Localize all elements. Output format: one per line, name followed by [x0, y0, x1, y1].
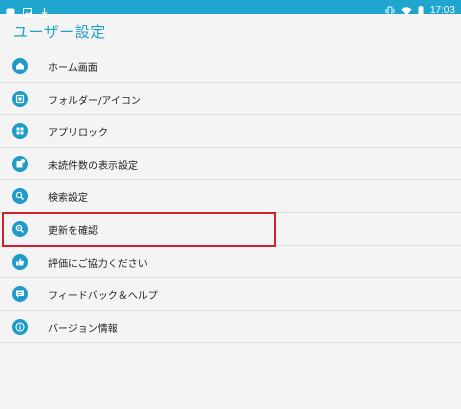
settings-list: ホーム画面 フォルダー/アイコン アプリロック 未読件数の表示設定 検索設定 更…	[0, 50, 461, 344]
status-right-icons: 17:03	[385, 1, 455, 20]
grid-lock-icon	[12, 123, 28, 140]
thumbs-up-icon	[12, 253, 28, 270]
settings-item-search[interactable]: 検索設定	[0, 180, 461, 213]
settings-item-home-screen[interactable]: ホーム画面	[0, 50, 461, 83]
settings-item-label: 検索設定	[48, 193, 88, 205]
page-title: ユーザー設定	[13, 23, 106, 41]
settings-item-label: 評価にご協力ください	[48, 258, 148, 270]
settings-item-label: 未読件数の表示設定	[48, 160, 138, 172]
vibrate-icon	[385, 1, 395, 20]
settings-item-label: バージョン情報	[48, 323, 118, 335]
settings-item-label: ホーム画面	[48, 63, 98, 74]
settings-item-label: アプリロック	[48, 128, 108, 140]
settings-item-unread-badge[interactable]: 未読件数の表示設定	[0, 148, 461, 181]
settings-item-version-info[interactable]: バージョン情報	[0, 311, 461, 344]
download-icon	[40, 2, 49, 21]
status-bar: 17:03	[0, 0, 461, 18]
notification-box-icon	[6, 2, 15, 21]
settings-item-app-lock[interactable]: アプリロック	[0, 115, 461, 148]
folder-icon	[12, 90, 28, 107]
status-time: 17:03	[429, 4, 455, 16]
settings-item-label: フィードバック＆ヘルプ	[48, 291, 158, 303]
settings-item-rate[interactable]: 評価にご協力ください	[0, 246, 461, 279]
home-icon	[12, 58, 28, 74]
badge-icon	[12, 155, 28, 172]
wifi-icon	[401, 1, 412, 20]
settings-item-label: フォルダー/アイコン	[48, 95, 141, 107]
status-left-icons	[6, 2, 49, 21]
info-icon	[12, 318, 28, 335]
highlight-box	[2, 212, 276, 247]
image-icon	[23, 2, 32, 21]
feedback-icon	[12, 286, 28, 303]
settings-item-feedback-help[interactable]: フィードバック＆ヘルプ	[0, 278, 461, 311]
search-icon	[12, 188, 28, 205]
battery-icon	[418, 1, 424, 20]
settings-item-folder-icon[interactable]: フォルダー/アイコン	[0, 83, 461, 116]
